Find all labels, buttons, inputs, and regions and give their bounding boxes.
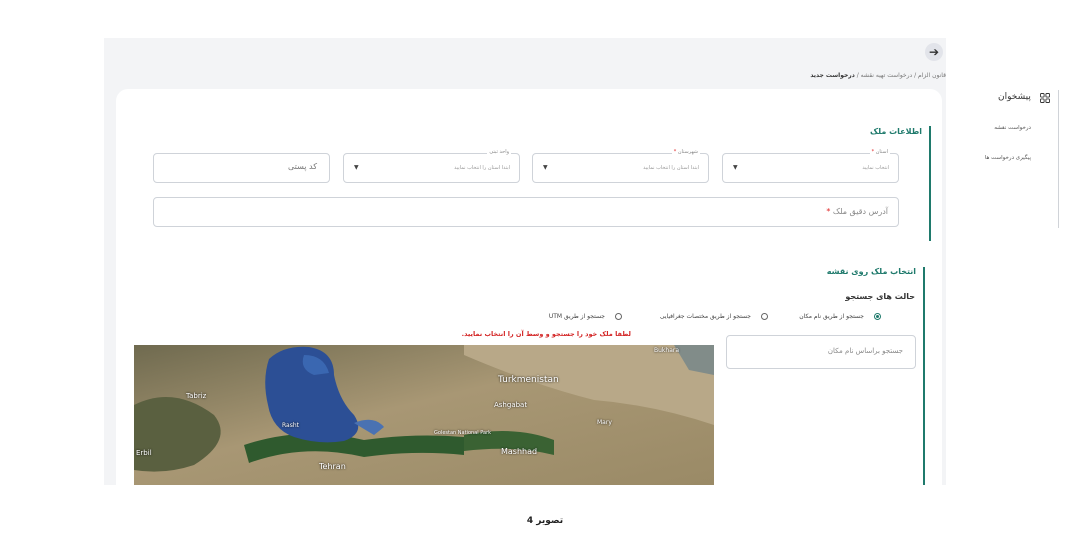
breadcrumb: قانون الزام / درخواست تهیه نقشه / درخواس…	[810, 72, 946, 79]
map-label-mary: Mary	[597, 419, 612, 426]
postal-code-input[interactable]: کد پستی	[153, 153, 330, 183]
sidebar-item-map-request[interactable]: درخواست نقشه	[994, 125, 1031, 131]
map-label-turkmenistan: Turkmenistan	[498, 375, 559, 385]
radio-place-name[interactable]	[874, 313, 881, 320]
grid-icon	[1040, 93, 1050, 103]
province-label: استان *	[869, 149, 890, 155]
map-label-ashgabat: Ashgabat	[494, 401, 528, 409]
chevron-down-icon: ▼	[733, 164, 738, 171]
property-info-title: اطلاعات ملک	[869, 127, 922, 136]
satellite-map[interactable]: Turkmenistan Ashgabat Tehran Mashhad Tab…	[134, 345, 714, 485]
breadcrumb-current: درخواست جدید	[810, 72, 855, 79]
map-warning: لطفا ملک خود را جستجو و وسط آن را انتخاب…	[461, 330, 631, 338]
map-label-rasht: Rasht	[282, 422, 299, 429]
province-value: انتخاب نمایید	[862, 165, 889, 171]
sidebar-title[interactable]: پیشخوان	[998, 92, 1031, 102]
registration-unit-label: واحد ثبتی	[487, 149, 511, 155]
map-label-erbil: Erbil	[136, 449, 152, 457]
sidebar-divider	[1058, 90, 1059, 228]
chevron-down-icon: ▼	[543, 164, 548, 171]
sidebar-item-track-requests[interactable]: پیگیری درخواست ها	[985, 155, 1031, 161]
chevron-down-icon: ▼	[354, 164, 359, 171]
place-search-input[interactable]: جستجو براساس نام مکان	[726, 335, 916, 369]
place-search-placeholder: جستجو براساس نام مکان	[827, 347, 903, 355]
map-label-tehran: Tehran	[319, 462, 346, 471]
back-arrow-button[interactable]: ➔	[925, 43, 943, 61]
postal-code-placeholder: کد پستی	[288, 162, 317, 171]
section-accent-bar	[923, 267, 925, 485]
breadcrumb-path[interactable]: قانون الزام / درخواست تهیه نقشه /	[855, 72, 946, 79]
figure-caption: تصویر 4	[526, 516, 564, 526]
option-place-name-label[interactable]: جستجو از طریق نام مکان	[799, 313, 864, 320]
map-label-bukhara: Bukhara	[654, 347, 680, 354]
search-mode-title: حالت های جستجو	[845, 292, 915, 301]
radio-coordinates[interactable]	[761, 313, 768, 320]
address-label: آدرس دقیق ملک *	[826, 207, 888, 216]
registration-unit-value: ابتدا استان را انتخاب نمایید	[454, 165, 510, 171]
section-accent-bar	[929, 126, 931, 241]
map-label-mashhad: Mashhad	[501, 447, 538, 456]
city-value: ابتدا استان را انتخاب نمایید	[643, 165, 699, 171]
province-select[interactable]: استان * انتخاب نمایید ▼	[722, 149, 899, 183]
map-terrain	[134, 345, 714, 485]
radio-utm[interactable]	[615, 313, 622, 320]
address-input[interactable]: آدرس دقیق ملک *	[153, 197, 899, 227]
city-select[interactable]: شهرستان * ابتدا استان را انتخاب نمایید ▼	[532, 149, 709, 183]
option-coordinates-label[interactable]: جستجو از طریق مختصات جغرافیایی	[660, 313, 751, 320]
city-label: شهرستان *	[671, 149, 700, 155]
map-section-title: انتخاب ملک روی نقشه	[826, 267, 916, 276]
map-label-tabriz: Tabriz	[186, 392, 207, 400]
registration-unit-select[interactable]: واحد ثبتی ابتدا استان را انتخاب نمایید ▼	[343, 149, 520, 183]
map-label-golestan: Golestan National Park	[434, 430, 492, 436]
option-utm-label[interactable]: جستجو از طریق UTM	[549, 313, 605, 320]
